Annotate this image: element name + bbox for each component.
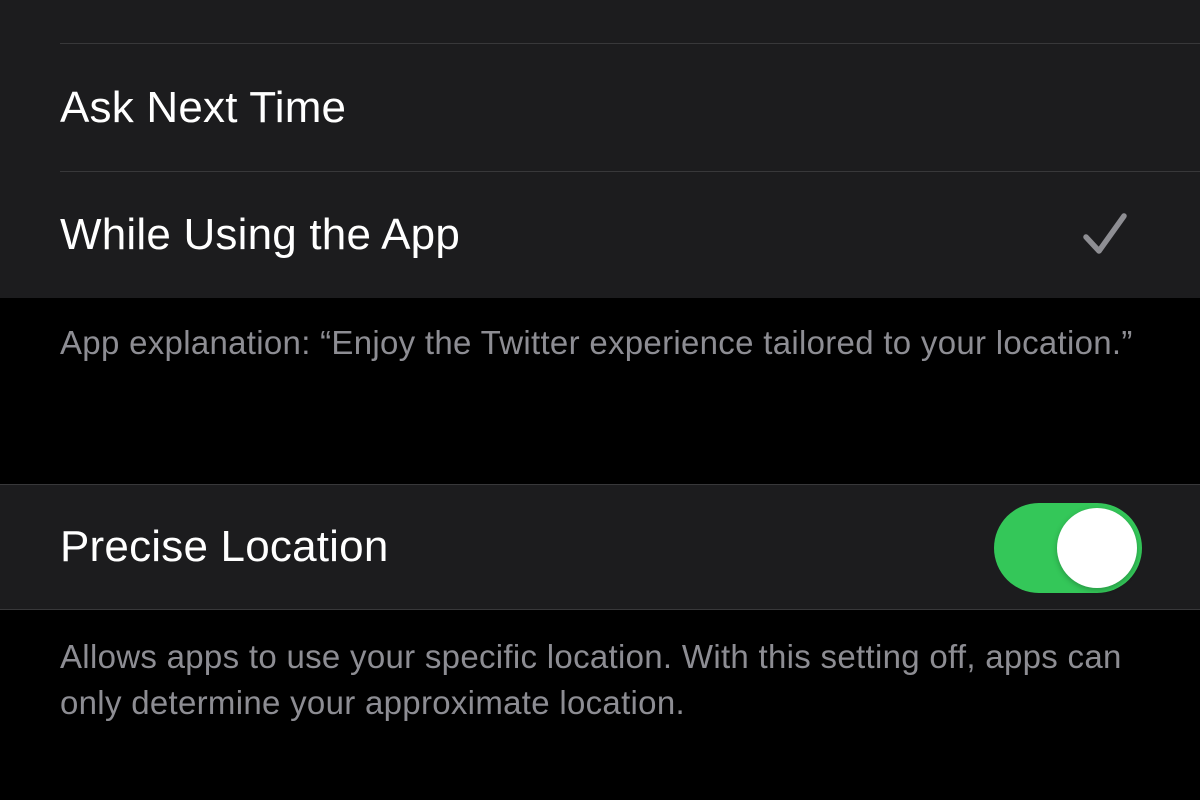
option-label: While Using the App (60, 210, 461, 259)
location-options-group: Ask Next Time While Using the App (0, 0, 1200, 298)
precise-location-toggle[interactable] (994, 503, 1142, 593)
option-while-using-app[interactable]: While Using the App (0, 172, 1200, 298)
precise-location-group: Precise Location (0, 484, 1200, 610)
app-explanation-text: App explanation: “Enjoy the Twitter expe… (60, 324, 1133, 361)
precise-location-footnote: Allows apps to use your specific locatio… (60, 638, 1122, 721)
precise-location-label: Precise Location (60, 522, 389, 571)
option-ask-next-time[interactable]: Ask Next Time (0, 44, 1200, 171)
option-label: Ask Next Time (60, 82, 347, 132)
toggle-knob (1057, 508, 1137, 588)
checkmark-icon (1083, 213, 1127, 254)
precise-location-row: Precise Location (0, 485, 1200, 609)
